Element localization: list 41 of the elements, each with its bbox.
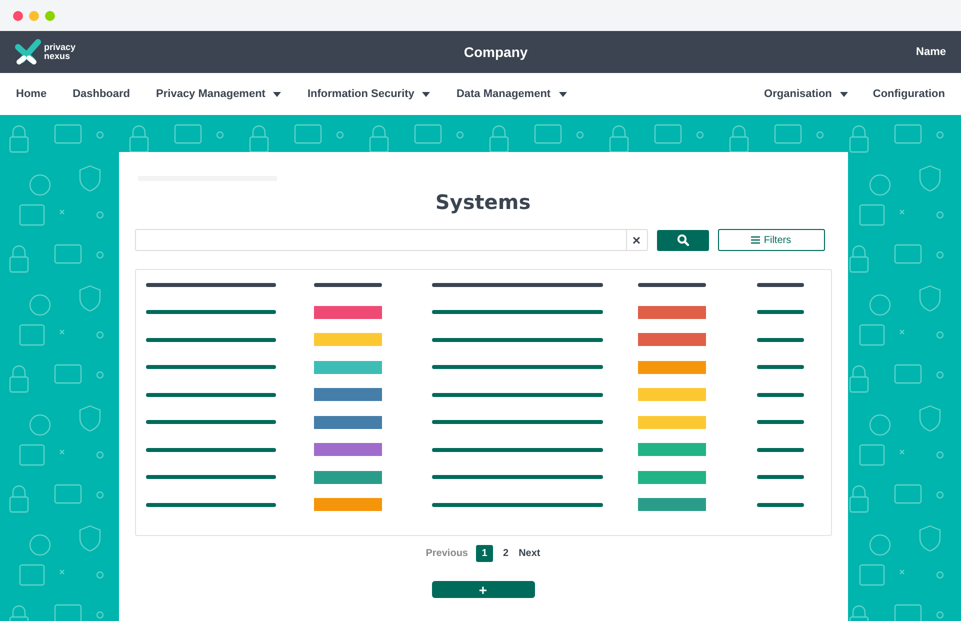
- close-window-icon[interactable]: [13, 10, 23, 20]
- nav-link[interactable]: Organisation: [764, 86, 848, 102]
- placeholder-bar: [756, 365, 804, 369]
- placeholder-bar: [756, 475, 804, 479]
- company-name: Company: [464, 42, 528, 62]
- placeholder-bar: [756, 420, 804, 424]
- nav-link[interactable]: Information Security: [307, 86, 430, 102]
- sliders-icon: [750, 236, 760, 244]
- page-title: Systems: [434, 189, 532, 216]
- caret-icon: [558, 92, 567, 96]
- nav-link[interactable]: Privacy Management: [156, 86, 282, 102]
- search-field[interactable]: ×: [134, 229, 648, 251]
- caret-icon: [422, 92, 430, 96]
- logo-text: nexus: [44, 52, 70, 61]
- minimize-window-icon[interactable]: [29, 10, 39, 20]
- placeholder-bar: [756, 392, 804, 396]
- header-placeholder-bar: [638, 283, 706, 287]
- placeholder-bar: [756, 448, 804, 452]
- add-button[interactable]: +: [432, 581, 534, 598]
- logo-text: privacy: [44, 43, 76, 52]
- placeholder-bar: [756, 338, 804, 342]
- placeholder-bar: [756, 310, 804, 314]
- next-link[interactable]: Next: [518, 546, 540, 561]
- header-placeholder-bar: [756, 283, 804, 287]
- page-link[interactable]: 1: [476, 545, 493, 562]
- logo-icon[interactable]: [15, 38, 41, 66]
- caret-icon: [273, 92, 282, 96]
- filters-button[interactable]: Filters: [718, 229, 824, 251]
- page-link[interactable]: 2: [501, 546, 511, 561]
- user-name[interactable]: Name: [916, 44, 946, 60]
- clear-button[interactable]: ×: [626, 230, 646, 250]
- search-button[interactable]: [656, 230, 708, 250]
- nav-link[interactable]: Home: [16, 86, 47, 102]
- header-placeholder-bar: [314, 283, 382, 287]
- maximize-window-icon[interactable]: [45, 10, 55, 20]
- caret-icon: [840, 92, 848, 96]
- placeholder-bar: [756, 502, 804, 506]
- nav-link[interactable]: Configuration: [872, 86, 945, 102]
- nav-link[interactable]: Data Management: [456, 86, 567, 102]
- nav-link[interactable]: Dashboard: [72, 86, 130, 102]
- search-icon: [676, 234, 688, 246]
